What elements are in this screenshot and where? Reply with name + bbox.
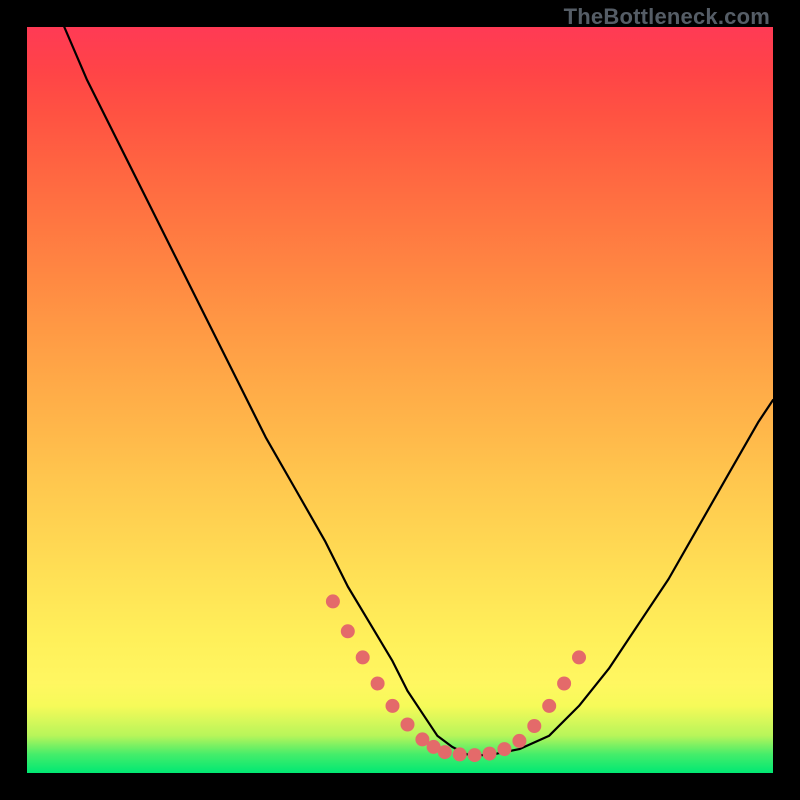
marker-dot [453,747,467,761]
marker-dot [326,594,340,608]
marker-dot [371,677,385,691]
marker-dot [527,719,541,733]
marker-dot [557,677,571,691]
marker-dot [386,699,400,713]
marker-dot [483,747,497,761]
marker-dot [438,745,452,759]
marker-dot [497,742,511,756]
marker-dot [542,699,556,713]
chart-frame [27,27,773,773]
marker-dot [356,650,370,664]
marker-dot [341,624,355,638]
marker-dot [572,650,586,664]
marker-dot [401,718,415,732]
bottleneck-curve [64,27,773,755]
marker-dot [512,734,526,748]
chart-svg [27,27,773,773]
marker-dot [468,748,482,762]
